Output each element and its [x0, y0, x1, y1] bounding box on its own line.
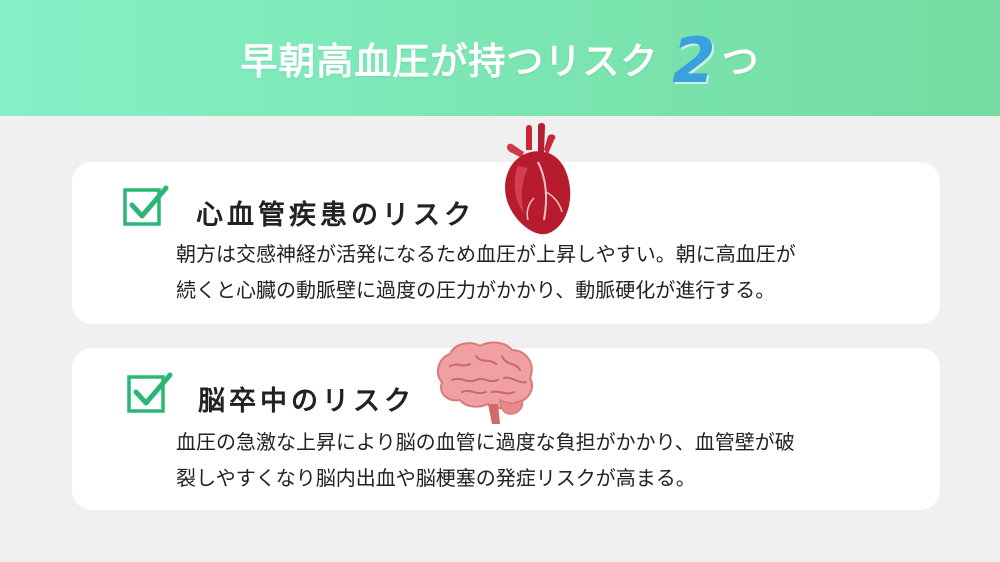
title-area: 早朝高血圧が持つリスク 2 つ [0, 0, 1000, 116]
heart-icon [505, 123, 571, 235]
card-title-stroke: 脳卒中のリスク [198, 386, 415, 417]
page-title: 早朝高血圧が持つリスク [240, 40, 659, 83]
card-title-cardiovascular: 心血管疾患のリスク [196, 200, 475, 231]
checkbox-checked-icon [127, 372, 173, 413]
card-body-line: 朝方は交感神経が活発になるため血圧が上昇しやすい。朝に高血圧が [176, 242, 796, 266]
card-body-cardiovascular: 朝方は交感神経が活発になるため血圧が上昇しやすい。朝に高血圧が 続くと心臓の動脈… [176, 236, 936, 308]
card-body-line: 裂しやすくなり脳内出血や脳梗塞の発症リスクが高まる。 [176, 466, 696, 490]
checkbox-checked-icon [123, 185, 169, 226]
brain-icon [436, 341, 534, 424]
title-number: 2 [672, 23, 716, 97]
card-body-line: 続くと心臓の動脈壁に過度の圧力がかかり、動脈硬化が進行する。 [176, 278, 776, 302]
card-body-stroke: 血圧の急激な上昇により脳の血管に過度な負担がかかり、血管壁が破 裂しやすくなり脳… [176, 424, 936, 496]
title-suffix: つ [721, 40, 760, 83]
card-body-line: 血圧の急激な上昇により脳の血管に過度な負担がかかり、血管壁が破 [176, 430, 795, 454]
